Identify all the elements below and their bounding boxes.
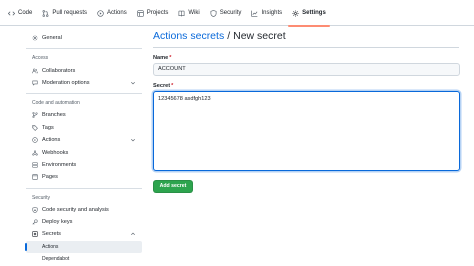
sidebar-item-environments[interactable]: Environments [26,159,142,171]
sidebar-item-branches[interactable]: Branches [26,109,142,121]
gear-icon [292,9,299,17]
sidebar-item-label: Code security and analysis [42,206,109,213]
people-icon [32,68,38,74]
secret-textarea[interactable]: 12345678 asdfgh123 [153,90,460,171]
name-field[interactable]: ACCOUNT [153,63,460,76]
sidebar-item-moderation-options[interactable]: Moderation options [26,77,142,89]
sidebar-item-secrets-dependabot[interactable]: Dependabot [26,253,142,265]
sidebar-item-label: Actions [42,137,61,144]
sidebar-item-deploy-keys[interactable]: Deploy keys [26,216,142,228]
sidebar-item-label: Tags [42,124,54,131]
key-icon [32,219,38,225]
chevron-down-icon[interactable] [130,137,136,143]
chevron-up-icon[interactable] [130,231,136,237]
tab-settings[interactable]: Settings [288,0,330,27]
tab-projects-label: Projects [146,10,169,16]
tab-pull-requests[interactable]: Pull requests [38,0,91,26]
gear-icon [32,35,38,41]
required-mark: * [169,55,172,61]
shield-lock-icon [32,206,38,213]
tab-wiki[interactable]: Wiki [174,0,203,26]
tab-code[interactable]: Code [4,0,36,26]
sidebar-group-access: Access [32,55,49,62]
breadcrumb-actions-secrets-link[interactable]: Actions secrets [153,30,224,42]
branch-icon [32,112,38,119]
sidebar-item-code-security[interactable]: Code security and analysis [26,204,142,216]
tab-insights-label: Insights [261,10,283,16]
tab-actions[interactable]: Actions [93,0,131,26]
sidebar-item-label: Moderation options [42,79,90,86]
tab-security-label: Security [219,10,242,16]
name-label-text: Name [153,55,169,61]
tab-security[interactable]: Security [206,0,246,26]
book-icon [178,10,185,17]
sidebar-item-general[interactable]: General [26,32,142,44]
repo-nav: Code Pull requests Actions Projects Wiki… [0,0,474,27]
secret-label-text: Secret [153,82,171,89]
tab-actions-label: Actions [107,10,127,16]
sidebar-item-label: Environments [42,161,77,168]
page-title: Actions secrets / New secret [153,30,459,48]
graph-icon [251,10,258,17]
play-circle-icon [97,9,104,17]
tab-code-label: Code [18,10,33,16]
sidebar-group-code-automation: Code and automation [32,100,80,107]
sidebar-item-webhooks[interactable]: Webhooks [26,146,142,158]
play-circle-icon [32,137,38,143]
comment-icon [32,80,38,86]
name-field-value: ACCOUNT [158,66,186,73]
webhook-icon [32,150,38,156]
breadcrumb-separator: / [227,29,231,42]
sidebar-item-secrets-actions[interactable]: Actions [25,240,142,254]
sidebar-divider [26,48,142,50]
sidebar-item-label: Webhooks [42,149,69,156]
code-icon [8,10,15,17]
shield-icon [210,9,217,17]
browser-icon [32,174,38,181]
name-label: Name* [153,55,459,63]
server-icon [32,162,38,168]
add-secret-button[interactable]: Add secret [153,179,193,193]
required-mark: * [171,82,174,89]
tab-pull-requests-label: Pull requests [52,10,88,16]
sidebar-item-pages[interactable]: Pages [26,171,142,183]
settings-sidebar: General Access Collaborators Moderation … [25,32,142,265]
sidebar-item-label: Dependabot [42,256,70,263]
sidebar-item-label: General [42,35,62,42]
table-icon [137,9,144,17]
secret-textarea-value: 12345678 asdfgh123 [158,95,211,102]
key-asterisk-icon [32,231,38,238]
main-content: Actions secrets / New secret Name* ACCOU… [153,30,460,193]
tab-wiki-label: Wiki [188,10,200,16]
sidebar-divider [26,187,142,189]
sidebar-item-collaborators[interactable]: Collaborators [26,64,142,76]
pull-request-icon [42,9,49,17]
tag-icon [32,125,38,131]
tab-insights[interactable]: Insights [247,0,286,26]
secret-label: Secret* [153,83,459,91]
sidebar-item-label: Deploy keys [42,219,73,226]
sidebar-item-label: Pages [42,174,58,181]
sidebar-group-security: Security [32,194,51,201]
sidebar-divider [26,93,142,95]
tab-projects[interactable]: Projects [133,0,173,26]
sidebar-item-label: Branches [42,112,66,119]
sidebar-item-tags[interactable]: Tags [26,122,142,134]
sidebar-item-actions[interactable]: Actions [26,134,142,146]
sidebar-item-secrets[interactable]: Secrets [26,228,142,240]
sidebar-item-label: Secrets [42,231,61,238]
breadcrumb-current: New secret [233,29,286,42]
chevron-down-icon[interactable] [130,80,136,86]
sidebar-item-label: Collaborators [42,67,76,74]
tab-settings-label: Settings [302,10,326,16]
sidebar-item-label: Actions [42,243,59,250]
